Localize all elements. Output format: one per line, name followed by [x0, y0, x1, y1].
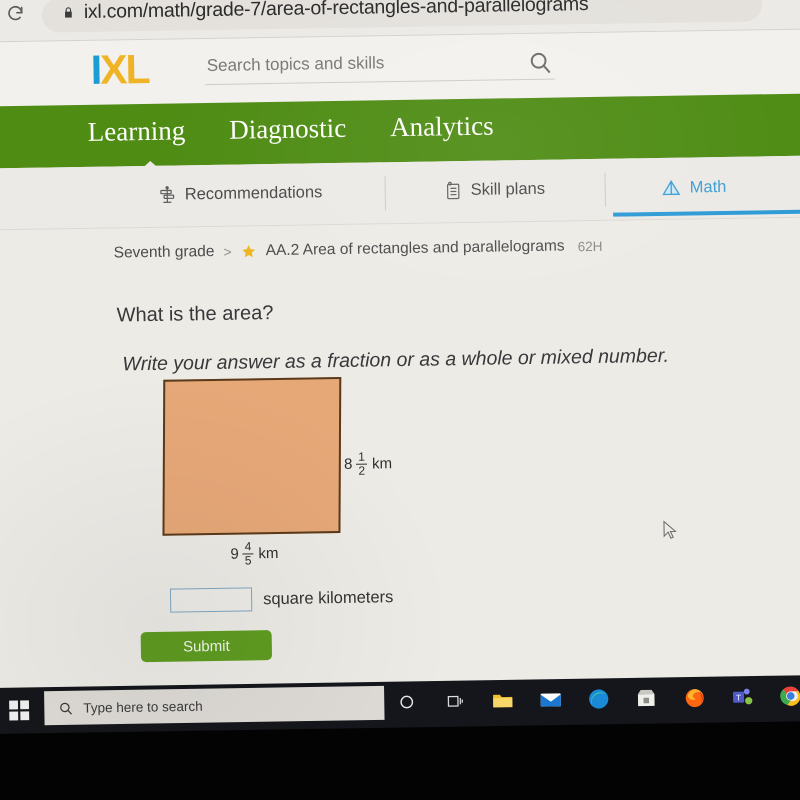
firefox-browser-icon[interactable] — [680, 683, 708, 711]
sub-nav-label-recommendations: Recommendations — [184, 183, 323, 204]
height-denominator: 2 — [356, 463, 368, 478]
height-unit: km — [371, 454, 393, 473]
height-whole: 8 — [343, 455, 353, 473]
lock-icon — [65, 7, 72, 18]
edge-browser-icon[interactable] — [584, 684, 612, 712]
width-mixed-number: 9 4 5 — [230, 539, 254, 568]
breadcrumb-skill-code: 62H — [577, 238, 603, 254]
cortana-icon[interactable] — [392, 687, 420, 715]
answer-unit-label: square kilometers — [262, 588, 394, 609]
clipboard-checklist-icon — [447, 181, 460, 200]
nav-item-diagnostic[interactable]: Diagnostic — [229, 113, 346, 146]
search-input[interactable] — [204, 45, 555, 86]
chrome-browser-icon[interactable] — [776, 681, 800, 709]
mail-icon[interactable] — [536, 685, 564, 713]
svg-text:T: T — [736, 693, 741, 702]
question-title: What is the area? — [116, 302, 274, 327]
search-icon[interactable] — [528, 50, 553, 75]
mouse-pointer-icon — [663, 520, 677, 539]
answer-input[interactable] — [169, 587, 253, 613]
taskbar-search-box[interactable]: Type here to search — [44, 685, 385, 726]
width-denominator: 5 — [242, 552, 254, 568]
ixl-logo[interactable]: I XL — [90, 46, 149, 93]
height-fraction: 1 2 — [356, 449, 368, 478]
width-unit: km — [258, 544, 279, 562]
width-whole: 9 — [230, 545, 239, 563]
rectangle-shape — [162, 376, 342, 536]
sub-nav-label-skill-plans: Skill plans — [470, 179, 546, 199]
submit-button[interactable]: Submit — [140, 630, 273, 663]
task-view-icon[interactable] — [440, 687, 468, 715]
nav-item-analytics[interactable]: Analytics — [390, 111, 494, 144]
main-content — [0, 217, 800, 703]
taskbar-search-placeholder: Type here to search — [83, 698, 203, 716]
pyramid-icon — [662, 179, 681, 196]
search-topics-wrap — [204, 45, 555, 89]
height-mixed-number: 8 1 2 — [343, 449, 368, 478]
windows-start-icon[interactable] — [8, 699, 30, 721]
sub-nav-label-math: Math — [689, 177, 727, 197]
breadcrumb-separator: > — [223, 243, 232, 260]
logo-letters-xl: XL — [99, 45, 149, 93]
sub-nav-item-skill-plans[interactable]: Skill plans — [444, 180, 546, 201]
width-fraction: 4 5 — [242, 539, 254, 568]
nav-item-learning[interactable]: Learning — [88, 115, 186, 148]
main-nav-items: Learning Diagnostic Analytics — [88, 111, 494, 148]
width-numerator: 4 — [244, 539, 252, 554]
photo-of-monitor: ixl.com/math/grade-7/area-of-rectangles-… — [0, 0, 800, 800]
sub-nav-item-math[interactable]: Math — [661, 177, 727, 199]
microsoft-store-icon[interactable] — [632, 684, 660, 712]
microsoft-teams-icon[interactable]: T — [728, 682, 756, 710]
height-label: 8 1 2 km — [343, 449, 393, 478]
breadcrumb-grade[interactable]: Seventh grade — [114, 243, 215, 263]
taskbar-icons: T — [392, 681, 800, 715]
file-explorer-icon[interactable] — [488, 686, 516, 714]
signpost-icon — [160, 186, 175, 203]
height-numerator: 1 — [358, 449, 366, 464]
width-label: 9 4 5 km — [230, 539, 279, 568]
sub-nav-item-recommendations[interactable]: Recommendations — [158, 183, 323, 205]
star-icon[interactable] — [241, 243, 257, 259]
browser-page: ixl.com/math/grade-7/area-of-rectangles-… — [0, 0, 800, 703]
reload-icon[interactable] — [6, 4, 25, 23]
search-icon — [60, 702, 72, 715]
